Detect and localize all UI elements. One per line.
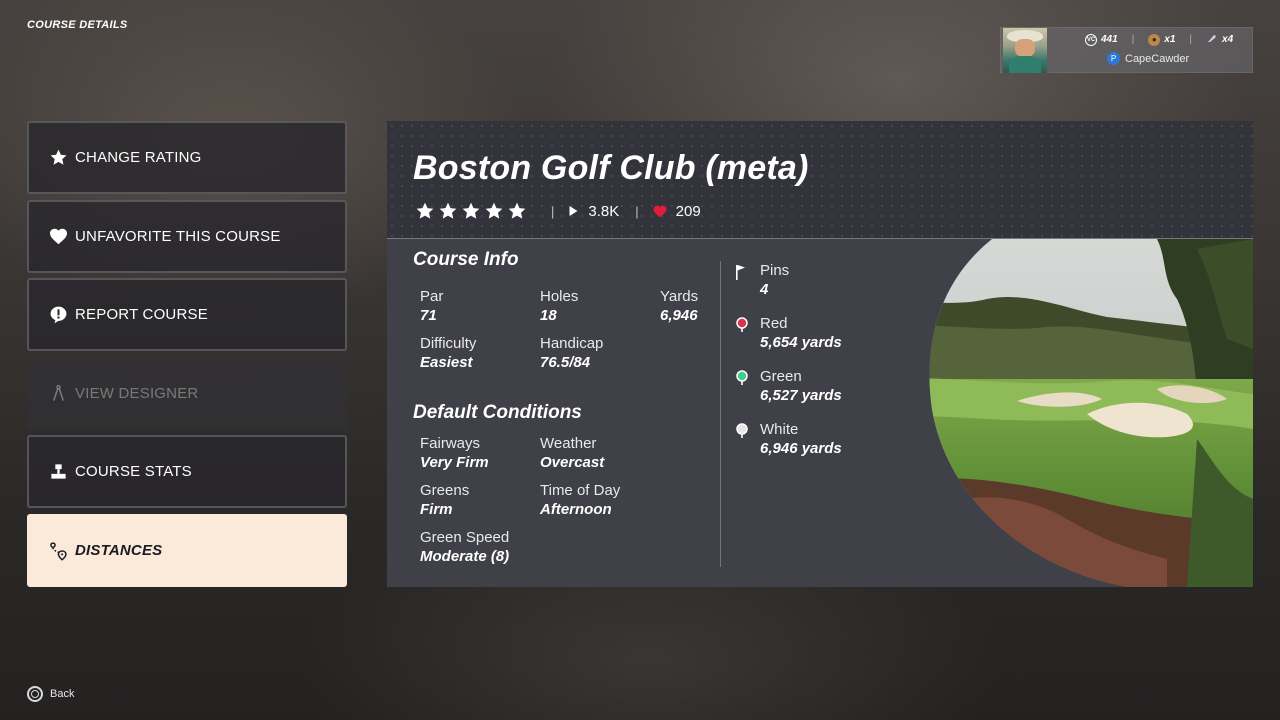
unfavorite-course-label: UNFAVORITE THIS COURSE	[75, 228, 281, 245]
red-tee-icon	[735, 317, 748, 351]
star-icon	[439, 202, 457, 219]
white-tee-yards: 6,946 yards	[760, 440, 842, 457]
course-preview-image	[929, 239, 1253, 587]
playstation-icon: P	[1107, 52, 1120, 65]
par-label: Par	[420, 288, 444, 305]
fairways-value: Very Firm	[420, 454, 489, 471]
difficulty-label: Difficulty	[420, 335, 477, 352]
flag-icon	[735, 264, 747, 298]
handicap-field: Handicap 76.5/84	[540, 335, 603, 371]
vc-balance: 441	[1101, 34, 1118, 45]
compass-icon	[48, 384, 68, 404]
holes-label: Holes	[540, 288, 579, 305]
holes-value: 18	[540, 307, 557, 324]
back-button[interactable]: Back	[27, 686, 74, 702]
item-one-count: x1	[1164, 34, 1176, 45]
distances-label: DISTANCES	[75, 542, 163, 559]
play-count: 3.8K	[588, 202, 620, 220]
player-profile-card: VC 441 | ● x1 | x4 P CapeCawder	[1000, 27, 1253, 73]
distances-button[interactable]: DISTANCES	[27, 514, 347, 587]
weather-value: Overcast	[540, 454, 605, 471]
vc-icon: VC	[1085, 33, 1097, 46]
fairways-field: Fairways Very Firm	[420, 435, 489, 471]
tee-row-green: Green 6,527 yards	[735, 368, 842, 404]
white-tee-icon	[735, 423, 748, 457]
par-field: Par 71	[420, 288, 443, 324]
difficulty-field: Difficulty Easiest	[420, 335, 476, 371]
green-tee-yards: 6,527 yards	[760, 387, 842, 404]
alert-icon	[48, 305, 68, 325]
page-title: COURSE DETAILS	[27, 19, 128, 31]
view-designer-button[interactable]: VIEW DESIGNER	[27, 357, 347, 430]
star-icon	[416, 202, 434, 219]
circle-button-icon	[27, 686, 43, 702]
column-divider	[720, 261, 721, 567]
item-two-count: x4	[1222, 34, 1234, 45]
handicap-label: Handicap	[540, 335, 604, 352]
handicap-value: 76.5/84	[540, 354, 591, 371]
course-header: Boston Golf Club (meta) | 3.8K | 209	[387, 121, 1253, 239]
avatar	[1003, 28, 1047, 73]
report-course-label: REPORT COURSE	[75, 306, 208, 323]
tee-row-white: White 6,946 yards	[735, 421, 842, 457]
greens-value: Firm	[420, 501, 453, 518]
time-of-day-value: Afternoon	[540, 501, 612, 518]
star-icon	[462, 202, 480, 219]
change-rating-label: CHANGE RATING	[75, 149, 202, 166]
holes-field: Holes 18	[540, 288, 578, 324]
podium-icon	[48, 462, 68, 482]
play-icon	[568, 205, 579, 217]
username: CapeCawder	[1125, 52, 1190, 65]
weather-field: Weather Overcast	[540, 435, 604, 471]
divider: |	[551, 203, 555, 219]
star-icon	[485, 202, 503, 219]
green-speed-label: Green Speed	[420, 529, 510, 546]
green-speed-value: Moderate (8)	[420, 548, 510, 565]
pins-value: 4	[760, 281, 769, 298]
weather-label: Weather	[540, 435, 597, 452]
divider: |	[635, 203, 639, 219]
greens-field: Greens Firm	[420, 482, 469, 518]
coin-icon: ●	[1148, 33, 1161, 46]
red-tee-yards: 5,654 yards	[760, 334, 842, 351]
fairways-label: Fairways	[420, 435, 481, 452]
green-tee-icon	[735, 370, 748, 404]
course-name: Boston Golf Club (meta)	[413, 149, 809, 187]
greens-label: Greens	[420, 482, 470, 499]
time-of-day-field: Time of Day Afternoon	[540, 482, 620, 518]
unfavorite-course-button[interactable]: UNFAVORITE THIS COURSE	[27, 200, 347, 273]
back-label: Back	[50, 688, 75, 700]
yards-value: 6,946	[660, 307, 698, 324]
time-of-day-label: Time of Day	[540, 482, 621, 499]
view-designer-label: VIEW DESIGNER	[75, 385, 199, 402]
tee-row-red: Red 5,654 yards	[735, 315, 842, 351]
change-rating-button[interactable]: CHANGE RATING	[27, 121, 347, 194]
par-value: 71	[420, 307, 437, 324]
course-details-panel: Boston Golf Club (meta) | 3.8K | 209 Cou…	[387, 121, 1253, 587]
pins-row: Pins 4	[735, 262, 789, 298]
difficulty-value: Easiest	[420, 354, 473, 371]
course-stats-button[interactable]: COURSE STATS	[27, 435, 347, 508]
yards-label: Yards	[660, 288, 699, 305]
route-pin-icon	[48, 541, 68, 561]
rating-stars	[415, 201, 527, 221]
pins-label: Pins	[760, 262, 790, 279]
star-icon	[48, 148, 68, 168]
heart-icon	[48, 227, 68, 247]
default-conditions-title: Default Conditions	[413, 402, 582, 423]
course-stats-label: COURSE STATS	[75, 463, 192, 480]
report-course-button[interactable]: REPORT COURSE	[27, 278, 347, 351]
heart-icon	[653, 205, 667, 218]
yards-field: Yards 6,946	[660, 288, 698, 324]
like-count: 209	[675, 202, 701, 220]
club-icon	[1206, 32, 1218, 47]
white-tee-label: White	[760, 421, 799, 438]
red-tee-label: Red	[760, 315, 788, 332]
green-speed-field: Green Speed Moderate (8)	[420, 529, 509, 565]
star-icon	[508, 202, 526, 219]
course-info-title: Course Info	[413, 249, 519, 270]
green-tee-label: Green	[760, 368, 802, 385]
